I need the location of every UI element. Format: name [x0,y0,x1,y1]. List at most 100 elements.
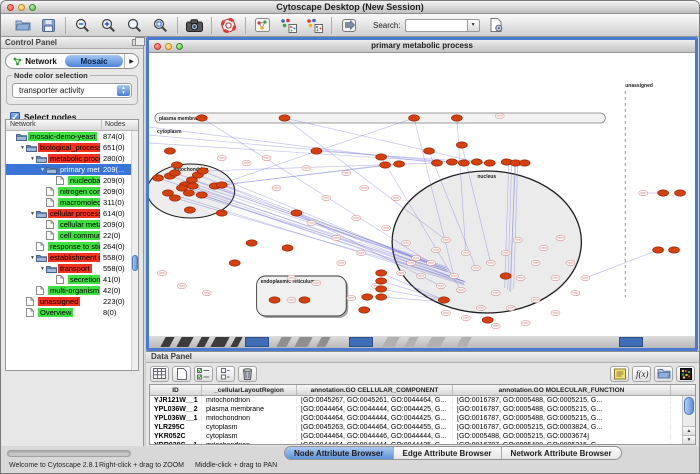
network-edge[interactable] [149,127,437,163]
expand-triangle-icon[interactable]: ▼ [29,156,36,162]
filter-icon[interactable] [339,16,358,34]
network-node-colored[interactable] [456,142,467,148]
search-options-icon[interactable] [487,16,506,34]
network-node-colored[interactable] [269,297,280,303]
network-node-colored[interactable] [431,160,442,166]
column-header-id[interactable]: ID [150,385,202,395]
column-header-region[interactable]: _cellularLayoutRegion [202,385,297,395]
network-node-colored[interactable] [658,190,669,196]
network-node-colored[interactable] [394,161,405,167]
float-panel-icon[interactable] [132,39,140,46]
network-edge[interactable] [585,250,658,278]
zoom-out-icon[interactable] [73,16,92,34]
table-row-ydr039c__1[interactable]: YDR039C__1mitochondrion[GO:0044464, GO:0… [150,441,695,445]
network-node-colored[interactable] [187,183,198,189]
network-node-colored[interactable] [359,307,370,313]
expand-triangle-icon[interactable]: ▼ [39,167,46,173]
vizmapper-icon[interactable] [279,16,298,34]
network-node-colored[interactable] [229,260,240,266]
network-node-colored[interactable] [246,240,257,246]
tree-row-transport[interactable]: ▼transport558(0) [6,263,131,274]
tree-row-cell-communicat[interactable]: cell communicat22(0) [6,230,131,241]
network-node-colored[interactable] [362,294,373,300]
network-node-colored[interactable] [500,273,511,279]
tab-node-attribute-browser[interactable]: Node Attribute Browser [285,447,394,459]
network-node-colored[interactable] [446,159,457,165]
network-node-colored[interactable] [484,160,495,166]
network-node-colored[interactable] [311,148,322,154]
tab-mosaic[interactable]: Mosaic [65,55,123,67]
import-attributes-folder-icon[interactable] [654,366,673,382]
tree-row-metabolic-process[interactable]: ▼metabolic process280(0) [6,153,131,164]
network-node-colored[interactable] [376,270,387,276]
network-edge[interactable] [149,135,452,162]
network-view-window[interactable]: primary metabolic process plasma membran… [146,37,698,351]
tree-row-macromolecule[interactable]: macromolecule311(0) [6,197,131,208]
network-node-colored[interactable] [438,297,449,303]
network-node-colored[interactable] [291,210,302,216]
table-scrollbar[interactable]: ▲ ▼ [682,396,695,444]
network-node-colored[interactable] [380,162,391,168]
new-attribute-icon[interactable] [172,366,191,382]
tree-row-unassigned[interactable]: unassigned223(0) [6,296,131,307]
network-node-colored[interactable] [471,159,482,165]
network-node-colored[interactable] [279,115,290,121]
network-node-colored[interactable] [376,286,387,292]
matrix-view-icon[interactable] [676,366,695,382]
tree-row-response-to-stimulu[interactable]: response to stimulu264(0) [6,241,131,252]
column-header-molecular-function[interactable]: annotation.GO MOLECULAR_FUNCTION [453,385,671,395]
network-node-colored[interactable] [423,148,434,154]
zoom-in-icon[interactable] [99,16,118,34]
tree-scrollbar[interactable] [131,131,138,370]
open-file-icon[interactable] [13,16,32,34]
network-node-colored[interactable] [196,115,207,121]
table-row-ypl036w__2[interactable]: YPL036W__2plasma membrane[GO:0044464, GO… [150,405,695,414]
formula-fx-icon[interactable]: f(x) [632,366,651,382]
table-row-yjr121w__1[interactable]: YJR121W__1mitochondrion[GO:0045267, GO:0… [150,396,695,405]
network-node-colored[interactable] [197,168,208,174]
search-dropdown-button[interactable]: ▼ [467,19,480,32]
data-panel-header[interactable]: Data Panel [146,352,699,363]
snapshot-camera-icon[interactable] [185,16,204,34]
network-edge[interactable] [149,143,464,163]
app-title-bar[interactable]: Cytoscape Desktop (New Session) [1,1,699,14]
tree-row-overview[interactable]: Overview8(0) [6,307,131,318]
tree-row-establishment-of-lo[interactable]: ▼establishment of lo558(0) [6,252,131,263]
tree-column-nodes[interactable]: Nodes [105,121,125,128]
network-node-colored[interactable] [282,245,293,251]
tree-row-secretion[interactable]: secretion41(0) [6,274,131,285]
tab-network-attribute-browser[interactable]: Network Attribute Browser [502,447,621,459]
attribute-grid-icon[interactable] [150,366,169,382]
delete-attribute-trash-icon[interactable] [238,366,257,382]
network-node-colored[interactable] [451,115,462,121]
tab-overflow-button[interactable]: ▶ [124,54,138,68]
network-node-colored[interactable] [675,190,686,196]
tree-header[interactable]: Network Nodes [6,120,138,131]
open-network-icon[interactable] [253,16,272,34]
network-node-colored[interactable] [376,294,387,300]
network-node-colored[interactable] [196,192,207,198]
network-node-colored[interactable] [409,115,420,121]
expand-triangle-icon[interactable]: ▼ [19,145,26,151]
node-attribute-table[interactable]: ID _cellularLayoutRegion annotation.GO C… [149,384,696,445]
zoom-fit-icon[interactable] [151,16,170,34]
tree-row-cellular-metabol[interactable]: cellular metabol209(0) [6,219,131,230]
table-row-ykr052c[interactable]: YKR052Ccytoplasm[GO:0044464, GO:0044446,… [150,432,695,441]
expand-triangle-icon[interactable]: ▼ [29,255,36,261]
network-node-colored[interactable] [299,297,310,303]
column-divider[interactable] [101,120,102,130]
tab-edge-attribute-browser[interactable]: Edge Attribute Browser [394,447,502,459]
table-row-ylr295c[interactable]: YLR295Ccytoplasm[GO:0045263, GO:0044464,… [150,423,695,432]
network-node-colored[interactable] [376,154,387,160]
column-header-cellular-component[interactable]: annotation.GO CELLULAR_COMPONENT [297,385,453,395]
expand-triangle-icon[interactable]: ▼ [39,266,46,272]
tree-row-nitrogen-compo[interactable]: nitrogen compo209(0) [6,186,131,197]
network-node-colored[interactable] [482,317,493,323]
tree-row-multi-organism-pro[interactable]: multi-organism pro42(0) [6,285,131,296]
network-node-colored[interactable] [184,207,195,213]
network-node-colored[interactable] [216,182,227,188]
select-attributes-icon[interactable] [194,366,213,382]
tree-row-mosaic-demo-yeast[interactable]: mosaic-demo-yeast874(0) [6,131,131,142]
network-node-colored[interactable] [669,247,680,253]
tree-scrollbar-thumb[interactable] [132,255,138,271]
